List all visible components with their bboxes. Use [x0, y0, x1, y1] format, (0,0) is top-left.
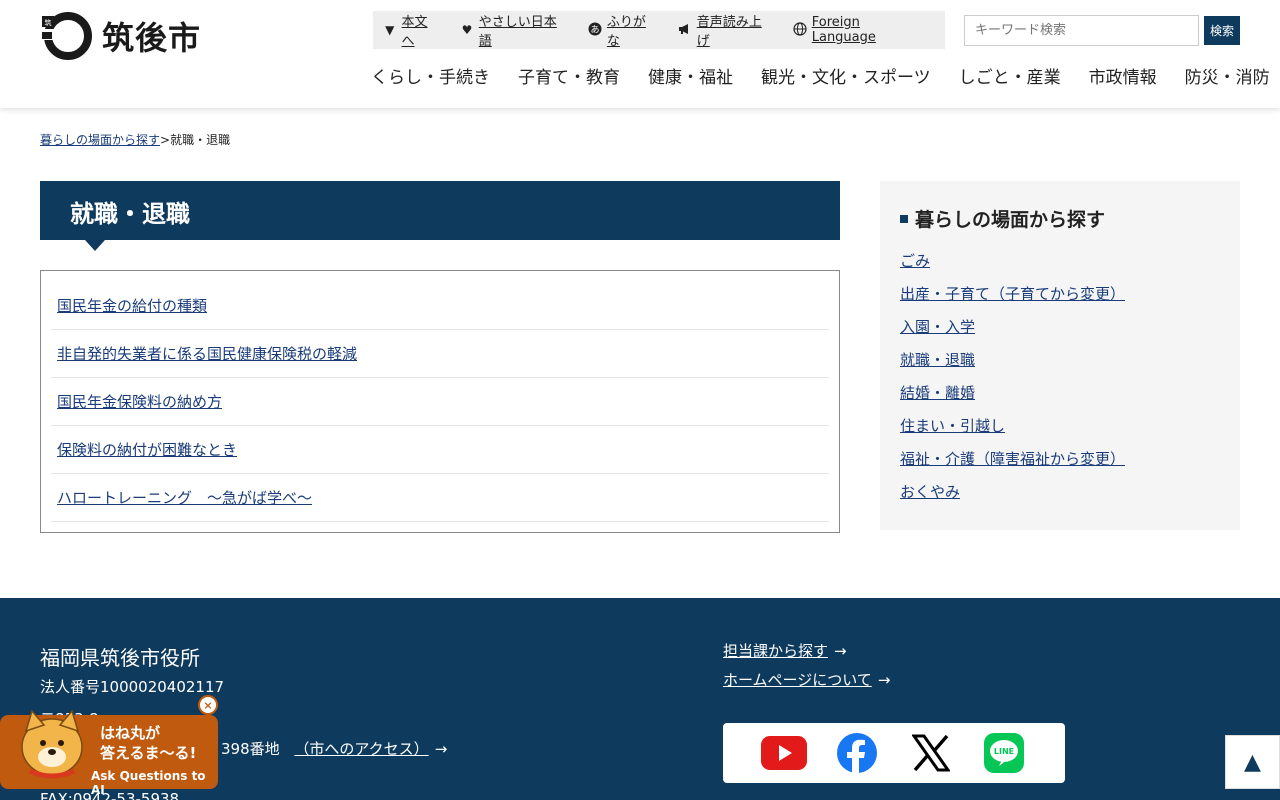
svg-text:LINE: LINE: [994, 747, 1014, 756]
nav-item-city-info[interactable]: 市政情報: [1089, 63, 1157, 88]
footer-link-departments[interactable]: 担当課から探す: [723, 642, 828, 660]
foreign-language-link[interactable]: Foreign Language: [793, 15, 924, 45]
list-item: 国民年金保険料の納め方: [51, 378, 829, 426]
site-header: 筑 筑後市 ▼ 本文へ ♥ やさしい日本語 あ ふりがな 音声読み上げ Fore…: [0, 0, 1280, 108]
easy-japanese-label[interactable]: やさしい日本語: [479, 11, 567, 49]
page-title: 就職・退職: [40, 181, 840, 240]
read-aloud-label[interactable]: 音声読み上げ: [697, 11, 772, 49]
utility-bar: ▼ 本文へ ♥ やさしい日本語 あ ふりがな 音声読み上げ Foreign La…: [373, 11, 945, 49]
address-text: 398番地: [221, 740, 280, 758]
facebook-icon[interactable]: [833, 732, 881, 774]
nav-item-disaster[interactable]: 防災・消防: [1185, 63, 1270, 88]
breadcrumb-current: 就職・退職: [170, 133, 231, 147]
ai-line-2: 答えるま〜る!: [100, 744, 197, 762]
nav-item-living[interactable]: くらし・手続き: [371, 63, 490, 88]
ai-line-3: Ask Questions to AI: [91, 769, 206, 797]
side-menu-item: 出産・子育て（子育てから変更）: [900, 283, 1220, 316]
site-name: 筑後市: [102, 19, 202, 57]
skip-to-content-label[interactable]: 本文へ: [402, 11, 440, 49]
side-link-welfare[interactable]: 福祉・介護（障害福祉から変更）: [900, 450, 1125, 468]
side-link-school-entry[interactable]: 入園・入学: [900, 318, 975, 336]
furigana-label[interactable]: ふりがな: [607, 11, 657, 49]
nav-item-childcare[interactable]: 子育て・教育: [518, 63, 620, 88]
ai-line-1: はね丸が: [100, 724, 161, 742]
close-icon[interactable]: ×: [198, 695, 218, 715]
read-aloud-link[interactable]: 音声読み上げ: [678, 11, 772, 49]
nav-item-health[interactable]: 健康・福祉: [648, 63, 733, 88]
breadcrumb-parent-link[interactable]: 暮らしの場面から探す: [40, 133, 160, 147]
sns-links: LINE: [723, 723, 1065, 783]
footer-links: 担当課から探す → ホームページについて →: [723, 640, 890, 698]
side-link-marriage[interactable]: 結婚・離婚: [900, 384, 975, 402]
access-link[interactable]: （市へのアクセス）: [294, 740, 428, 758]
nav-item-tourism[interactable]: 観光・文化・スポーツ: [761, 63, 931, 88]
title-notch: [85, 240, 105, 251]
arrow-right-icon: →: [434, 740, 448, 758]
list-item: 保険料の納付が困難なとき: [51, 426, 829, 474]
list-item: 国民年金の給付の種類: [51, 281, 829, 330]
nav-item-work[interactable]: しごと・産業: [959, 63, 1061, 88]
side-link-bereavement[interactable]: おくやみ: [900, 483, 960, 501]
side-link-childbirth[interactable]: 出産・子育て（子育てから変更）: [900, 285, 1125, 303]
article-link[interactable]: 保険料の納付が困難なとき: [57, 439, 237, 460]
side-menu-item: 結婚・離婚: [900, 382, 1220, 415]
side-menu-item: おくやみ: [900, 481, 1220, 514]
side-menu-item: ごみ: [900, 250, 1220, 283]
svg-text:筑: 筑: [45, 18, 52, 27]
furigana-icon: あ: [588, 22, 602, 39]
list-item: ハロートレーニング ～急がば学べ～: [51, 474, 829, 522]
article-link[interactable]: 非自発的失業者に係る国民健康保険税の軽減: [57, 343, 357, 364]
office-name: 福岡県筑後市役所: [40, 646, 200, 670]
article-link[interactable]: ハロートレーニング ～急がば学べ～: [57, 487, 312, 508]
square-bullet-icon: [900, 214, 908, 223]
x-icon[interactable]: [907, 732, 955, 774]
triangle-down-icon: ▼: [385, 23, 395, 37]
youtube-icon[interactable]: [760, 732, 808, 774]
city-emblem-icon: 筑: [40, 12, 92, 60]
article-link[interactable]: 国民年金の給付の種類: [57, 295, 207, 316]
search-input[interactable]: [964, 15, 1199, 46]
globe-icon: [793, 21, 807, 39]
side-menu-item: 就職・退職: [900, 349, 1220, 382]
search-form: 検索: [964, 15, 1240, 46]
back-to-top-button[interactable]: ▲: [1225, 735, 1280, 789]
breadcrumb: 暮らしの場面から探す>就職・退職: [40, 131, 230, 148]
article-link[interactable]: 国民年金保険料の納め方: [57, 391, 222, 412]
footer-link-about-site[interactable]: ホームページについて: [723, 671, 872, 689]
side-menu-heading: 暮らしの場面から探す: [900, 205, 1220, 232]
side-menu-item: 住まい・引越し: [900, 415, 1220, 448]
easy-japanese-link[interactable]: ♥ やさしい日本語: [460, 11, 567, 49]
search-button[interactable]: 検索: [1204, 16, 1240, 45]
global-nav: くらし・手続き 子育て・教育 健康・福祉 観光・文化・スポーツ しごと・産業 市…: [371, 63, 1270, 88]
arrow-right-icon: →: [877, 671, 891, 689]
furigana-link[interactable]: あ ふりがな: [588, 11, 657, 49]
svg-text:あ: あ: [590, 24, 599, 35]
site-logo[interactable]: 筑 筑後市: [40, 9, 201, 63]
side-menu-item: 福祉・介護（障害福祉から変更）: [900, 448, 1220, 481]
megaphone-icon: [678, 23, 692, 38]
side-link-garbage[interactable]: ごみ: [900, 252, 930, 270]
list-item: 非自発的失業者に係る国民健康保険税の軽減: [51, 330, 829, 378]
article-list: 国民年金の給付の種類 非自発的失業者に係る国民健康保険税の軽減 国民年金保険料の…: [40, 270, 840, 533]
foreign-language-label[interactable]: Foreign Language: [812, 15, 924, 45]
corporate-number: 法人番号1000020402117: [40, 678, 225, 696]
side-menu-heading-text: 暮らしの場面から探す: [915, 209, 1106, 231]
mascot-dog-icon: [21, 709, 83, 779]
heart-icon: ♥: [461, 23, 473, 37]
side-link-employment[interactable]: 就職・退職: [900, 351, 975, 369]
breadcrumb-separator: >: [160, 133, 171, 147]
arrow-right-icon: →: [834, 642, 847, 660]
skip-to-content-link[interactable]: ▼ 本文へ: [383, 11, 439, 49]
ai-assistant-label: はね丸が 答えるま〜る!: [100, 723, 196, 763]
line-icon[interactable]: LINE: [980, 732, 1028, 774]
ai-assistant-widget[interactable]: はね丸が 答えるま〜る! Ask Questions to AI ×: [0, 695, 220, 797]
side-menu-item: 入園・入学: [900, 316, 1220, 349]
side-link-housing[interactable]: 住まい・引越し: [900, 417, 1005, 435]
side-menu: 暮らしの場面から探す ごみ 出産・子育て（子育てから変更） 入園・入学 就職・退…: [880, 181, 1240, 530]
